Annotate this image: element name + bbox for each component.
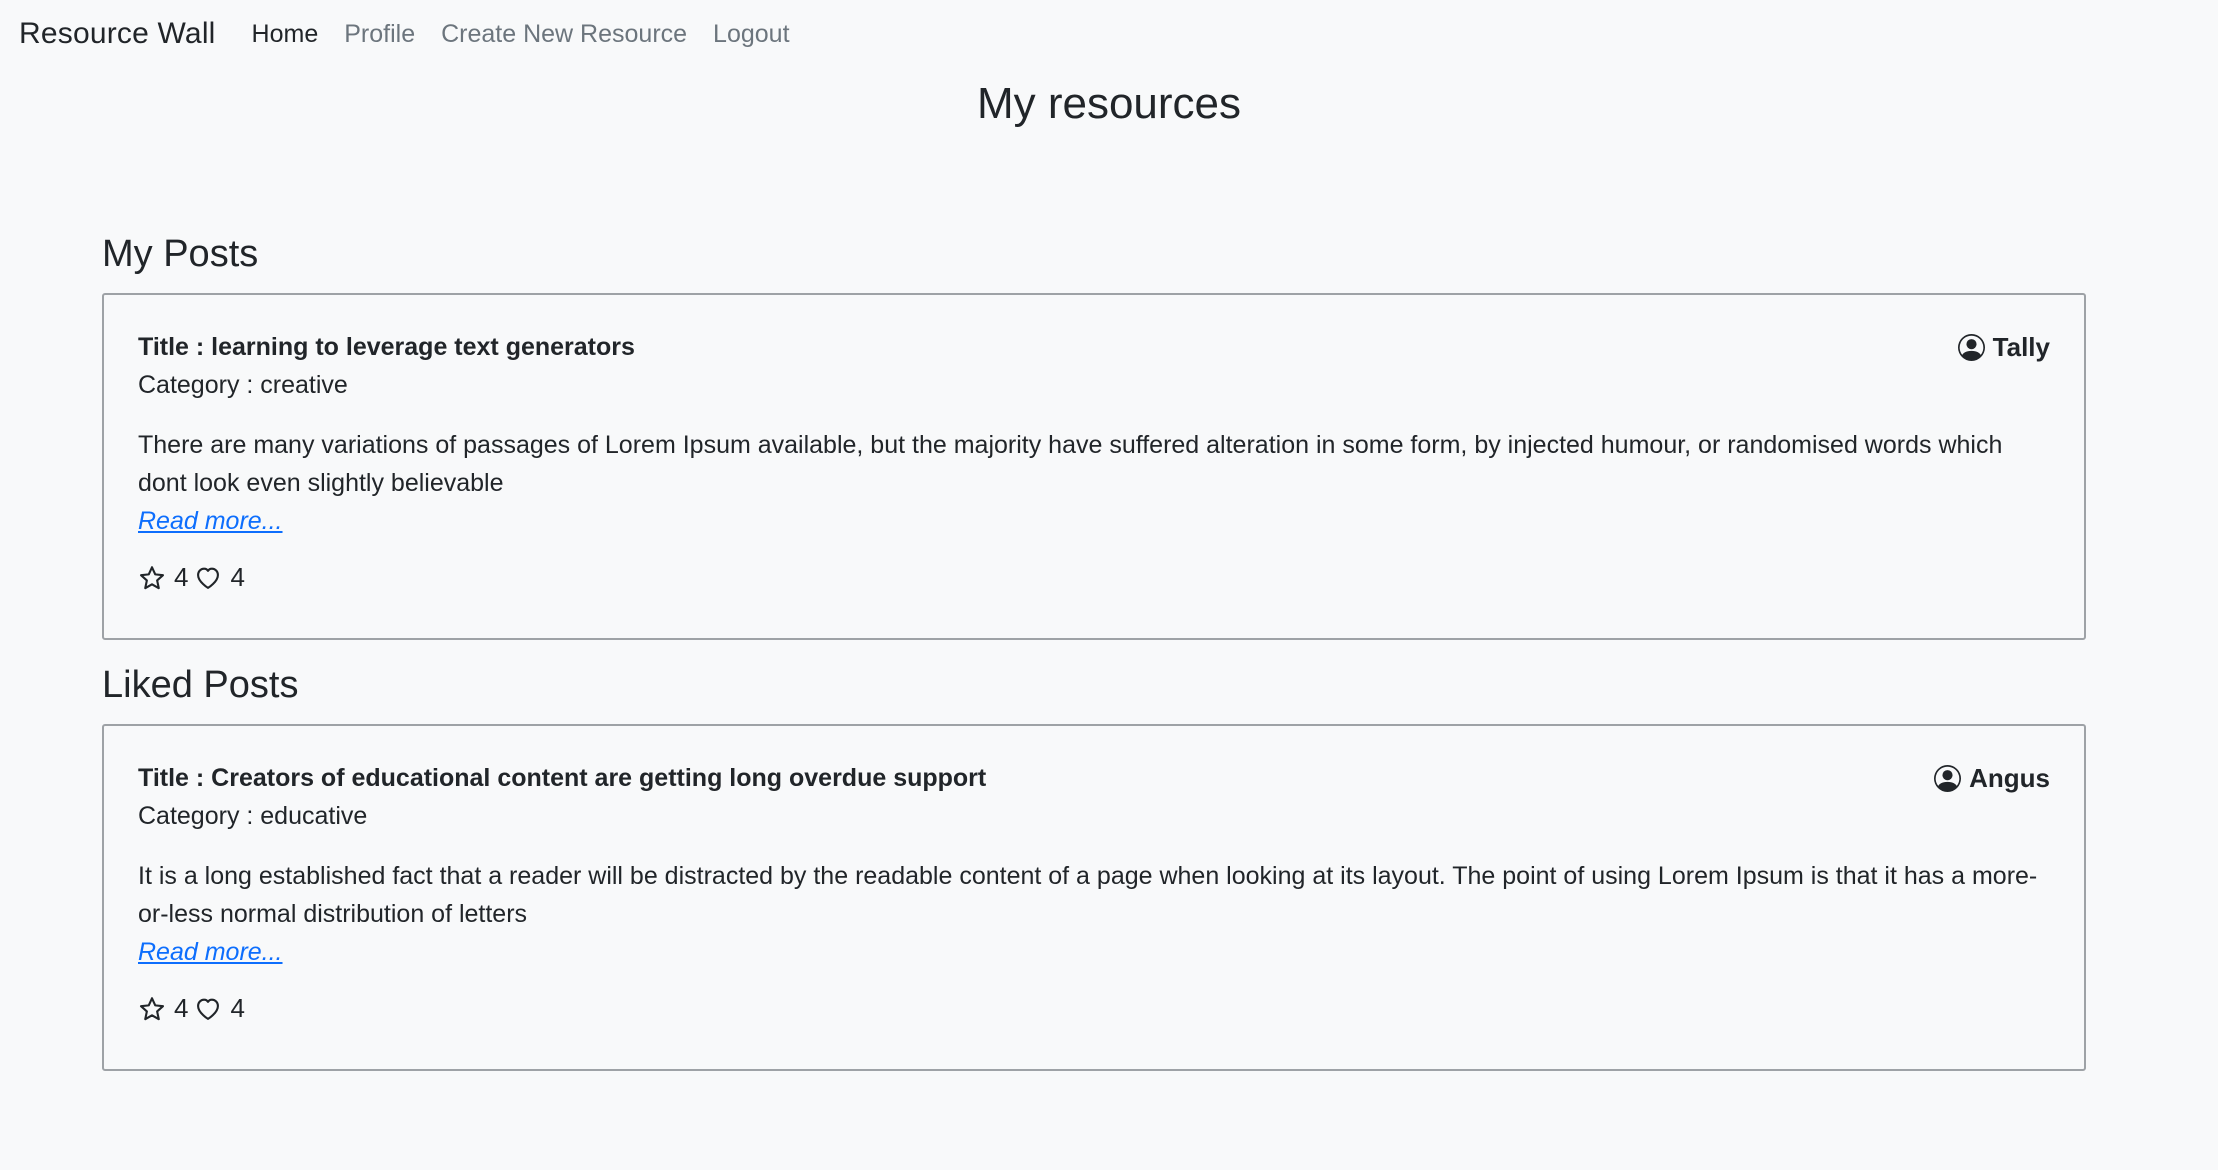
post-stats: 4 4 xyxy=(138,993,2050,1024)
liked-posts-list: Title : Creators of educational content … xyxy=(102,724,2086,1071)
post-title[interactable]: Title : Creators of educational content … xyxy=(138,760,986,798)
author-name: Tally xyxy=(1992,332,2050,363)
post-author: Angus xyxy=(1934,763,2050,794)
heart-icon[interactable] xyxy=(194,995,222,1023)
user-circle-icon xyxy=(1934,765,1962,793)
rating-count: 4 xyxy=(174,562,189,592)
liked-posts-section: Liked Posts xyxy=(102,663,2086,709)
nav-create-resource[interactable]: Create New Resource xyxy=(441,20,687,49)
post-category: Category : creative xyxy=(138,370,348,399)
star-icon[interactable] xyxy=(138,564,166,592)
nav-logout[interactable]: Logout xyxy=(713,20,789,49)
post-stats: 4 4 xyxy=(138,562,2050,593)
my-posts-section: My Posts xyxy=(102,232,2086,278)
likes-count: 4 xyxy=(230,993,245,1023)
section-title-my-posts: My Posts xyxy=(102,233,259,275)
my-posts-list: Title : learning to leverage text genera… xyxy=(102,293,2086,640)
star-icon[interactable] xyxy=(138,995,166,1023)
post-title[interactable]: Title : learning to leverage text genera… xyxy=(138,329,635,367)
user-circle-icon xyxy=(1957,334,1985,362)
read-more-link[interactable]: Read more... xyxy=(138,933,283,971)
post-card: Title : Creators of educational content … xyxy=(102,724,2086,1071)
nav-profile[interactable]: Profile xyxy=(344,20,415,49)
post-card: Title : learning to leverage text genera… xyxy=(102,293,2086,640)
page-title: My resources xyxy=(976,79,1242,128)
section-title-liked-posts: Liked Posts xyxy=(102,664,299,706)
rating-count: 4 xyxy=(174,993,189,1023)
navbar: Resource Wall Home Profile Create New Re… xyxy=(0,0,2218,68)
post-author: Tally xyxy=(1957,332,2050,363)
nav-home[interactable]: Home xyxy=(252,20,319,49)
read-more-link[interactable]: Read more... xyxy=(138,502,283,540)
author-name: Angus xyxy=(1969,763,2050,794)
post-category: Category : educative xyxy=(138,801,368,830)
post-description: It is a long established fact that a rea… xyxy=(138,862,2038,928)
heart-icon[interactable] xyxy=(194,564,222,592)
likes-count: 4 xyxy=(230,562,245,592)
brand-logo[interactable]: Resource Wall xyxy=(19,17,216,51)
post-description: There are many variations of passages of… xyxy=(138,431,2003,497)
